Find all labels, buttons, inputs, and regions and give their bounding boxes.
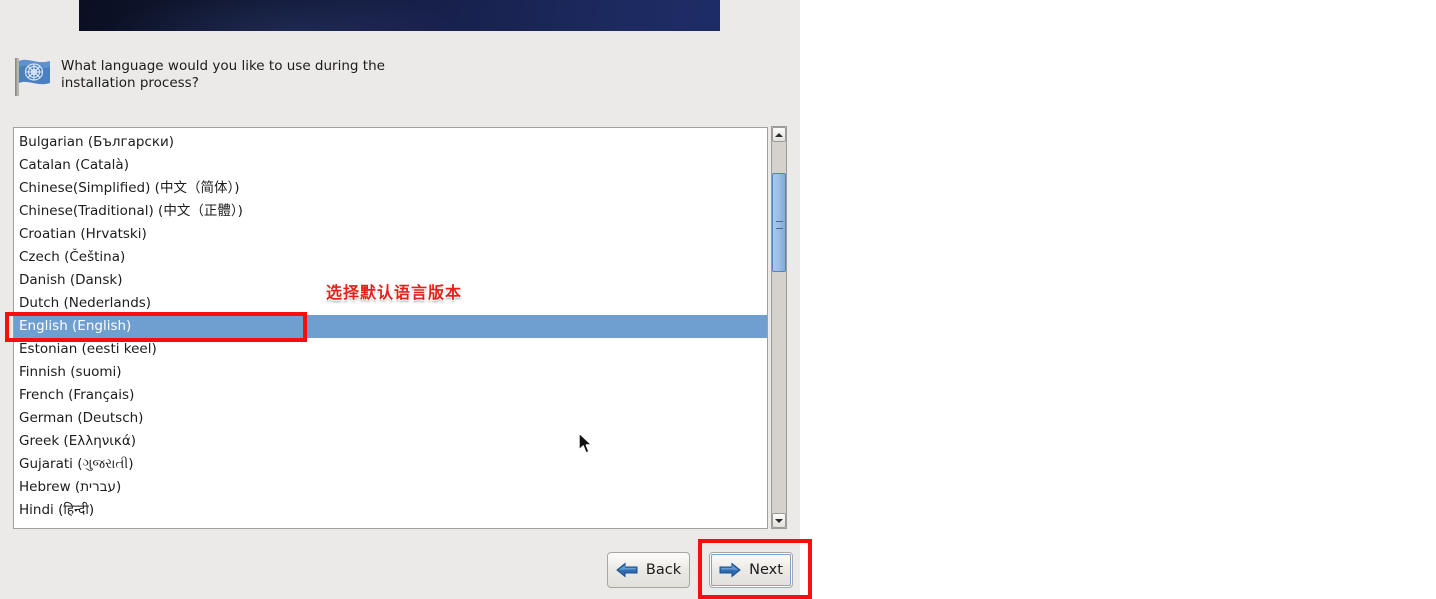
annotation-box-selected-language bbox=[5, 312, 307, 342]
list-scrollbar[interactable] bbox=[771, 126, 787, 529]
language-list-item[interactable]: Hebrew (עברית) bbox=[14, 476, 767, 499]
button-bar: Back Next bbox=[0, 552, 800, 592]
scrollbar-grip-icon bbox=[776, 221, 783, 229]
chevron-down-icon bbox=[775, 518, 783, 523]
language-list-item[interactable]: German (Deutsch) bbox=[14, 407, 767, 430]
back-button[interactable]: Back bbox=[607, 552, 690, 588]
annotation-callout-text: 选择默认语言版本 bbox=[326, 283, 463, 302]
prompt-text: What language would you like to use duri… bbox=[61, 58, 385, 91]
annotation-box-next-button bbox=[698, 539, 812, 599]
prompt-row: What language would you like to use duri… bbox=[14, 52, 434, 98]
chevron-up-icon bbox=[775, 132, 783, 137]
back-button-label: Back bbox=[645, 562, 682, 578]
language-list-item[interactable]: Bulgarian (Български) bbox=[14, 131, 767, 154]
language-list-item[interactable]: Croatian (Hrvatski) bbox=[14, 223, 767, 246]
header-banner bbox=[79, 0, 720, 31]
scrollbar-down-button[interactable] bbox=[772, 513, 786, 528]
scrollbar-up-button[interactable] bbox=[772, 127, 786, 142]
scrollbar-thumb[interactable] bbox=[772, 173, 786, 272]
language-list-item[interactable]: Czech (Čeština) bbox=[14, 246, 767, 269]
language-list-item[interactable]: Finnish (suomi) bbox=[14, 361, 767, 384]
language-list-item[interactable]: Catalan (Català) bbox=[14, 154, 767, 177]
arrow-left-icon bbox=[616, 562, 638, 578]
language-list-item[interactable]: Gujarati (ગુજરાતી) bbox=[14, 453, 767, 476]
language-list-item[interactable]: Chinese(Simplified) (中文（简体）) bbox=[14, 177, 767, 200]
language-list-item[interactable]: Hindi (हिन्दी) bbox=[14, 499, 767, 522]
mouse-cursor bbox=[578, 432, 594, 456]
language-list-item[interactable]: Chinese(Traditional) (中文（正體）) bbox=[14, 200, 767, 223]
banner-sheen bbox=[79, 0, 720, 31]
language-list-item[interactable]: Greek (Ελληνικά) bbox=[14, 430, 767, 453]
flag-icon bbox=[14, 56, 52, 98]
language-list-item[interactable]: French (Français) bbox=[14, 384, 767, 407]
